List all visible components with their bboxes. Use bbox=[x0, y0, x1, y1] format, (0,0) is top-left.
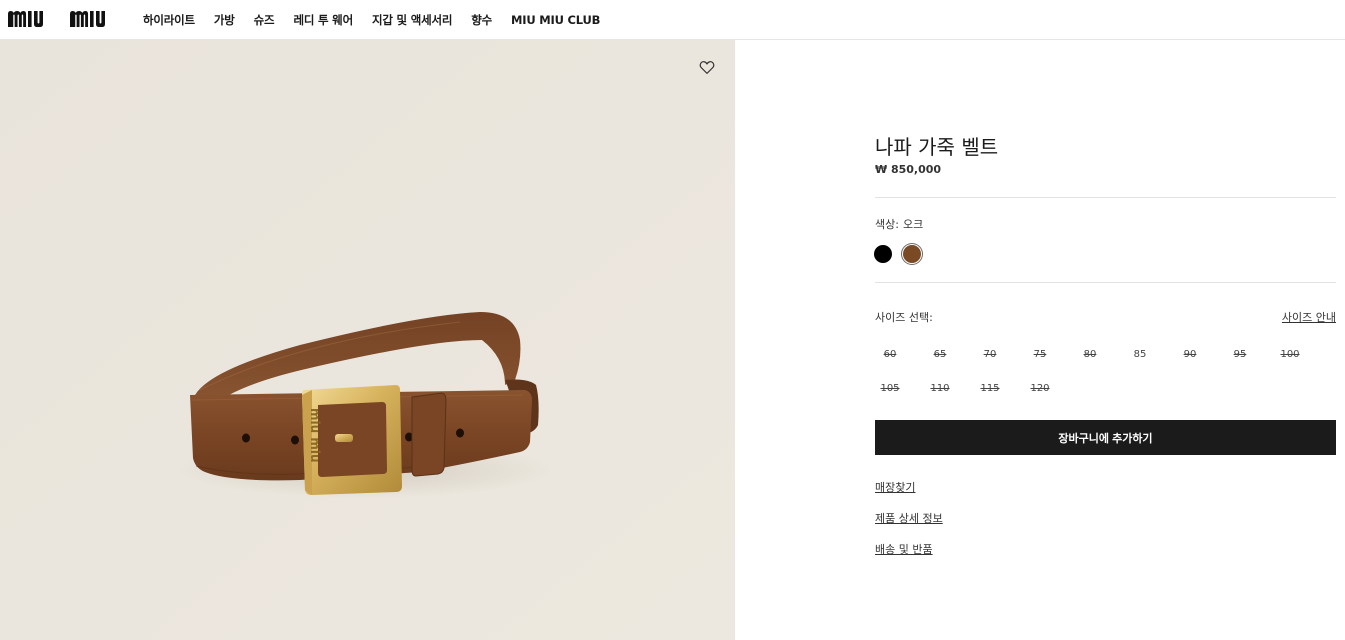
nav-item-miu-miu-club[interactable]: MIU MIU CLUB bbox=[511, 13, 600, 27]
size-select-label: 사이즈 선택: bbox=[875, 311, 933, 324]
buckle-logo-text: miu miu bbox=[308, 408, 322, 463]
size-option-75[interactable]: 75 bbox=[1025, 349, 1055, 360]
size-option-105[interactable]: 105 bbox=[875, 383, 905, 394]
size-option-60[interactable]: 60 bbox=[875, 349, 905, 360]
site-header: 하이라이트 가방 슈즈 레디 투 웨어 지갑 및 액세서리 향수 MIU MIU… bbox=[0, 0, 1345, 40]
size-option-100[interactable]: 100 bbox=[1275, 349, 1305, 360]
add-to-cart-button[interactable]: 장바구니에 추가하기 bbox=[875, 420, 1336, 455]
nav-item-highlights[interactable]: 하이라이트 bbox=[143, 12, 195, 28]
size-option-70[interactable]: 70 bbox=[975, 349, 1005, 360]
nav-item-shoes[interactable]: 슈즈 bbox=[254, 12, 275, 28]
main-nav: 하이라이트 가방 슈즈 레디 투 웨어 지갑 및 액세서리 향수 MIU MIU… bbox=[143, 0, 619, 40]
size-option-120[interactable]: 120 bbox=[1025, 383, 1055, 394]
size-option-65[interactable]: 65 bbox=[925, 349, 955, 360]
shipping-returns-link[interactable]: 배송 및 반품 bbox=[875, 541, 933, 557]
divider bbox=[875, 197, 1336, 198]
product-price: ₩ 850,000 bbox=[875, 163, 942, 176]
nav-item-ready-to-wear[interactable]: 레디 투 웨어 bbox=[293, 12, 353, 28]
product-title: 나파 가죽 벨트 bbox=[875, 135, 999, 159]
nav-item-fragrance[interactable]: 향수 bbox=[471, 12, 492, 28]
nav-item-bags[interactable]: 가방 bbox=[214, 12, 235, 28]
color-label-key: 색상: bbox=[875, 218, 899, 231]
size-guide-link[interactable]: 사이즈 안내 bbox=[1282, 309, 1336, 325]
nav-item-wallets-accessories[interactable]: 지갑 및 액세서리 bbox=[372, 12, 452, 28]
divider bbox=[875, 282, 1336, 283]
color-swatch-black[interactable] bbox=[874, 245, 892, 263]
color-label-value: 오크 bbox=[902, 218, 924, 231]
size-option-95[interactable]: 95 bbox=[1225, 349, 1255, 360]
color-label: 색상: 오크 bbox=[875, 216, 923, 232]
miu-miu-logo[interactable] bbox=[8, 8, 126, 30]
size-option-90[interactable]: 90 bbox=[1175, 349, 1205, 360]
product-image-panel: miu miu bbox=[0, 40, 735, 640]
find-store-link[interactable]: 매장찾기 bbox=[875, 479, 915, 495]
heart-icon[interactable] bbox=[698, 58, 716, 76]
size-option-110[interactable]: 110 bbox=[925, 383, 955, 394]
color-swatch-oak[interactable] bbox=[903, 245, 921, 263]
product-details-link[interactable]: 제품 상세 정보 bbox=[875, 510, 943, 526]
size-option-115[interactable]: 115 bbox=[975, 383, 1005, 394]
size-option-85[interactable]: 85 bbox=[1125, 349, 1155, 360]
size-option-80[interactable]: 80 bbox=[1075, 349, 1105, 360]
product-image-belt: miu miu bbox=[0, 40, 735, 640]
